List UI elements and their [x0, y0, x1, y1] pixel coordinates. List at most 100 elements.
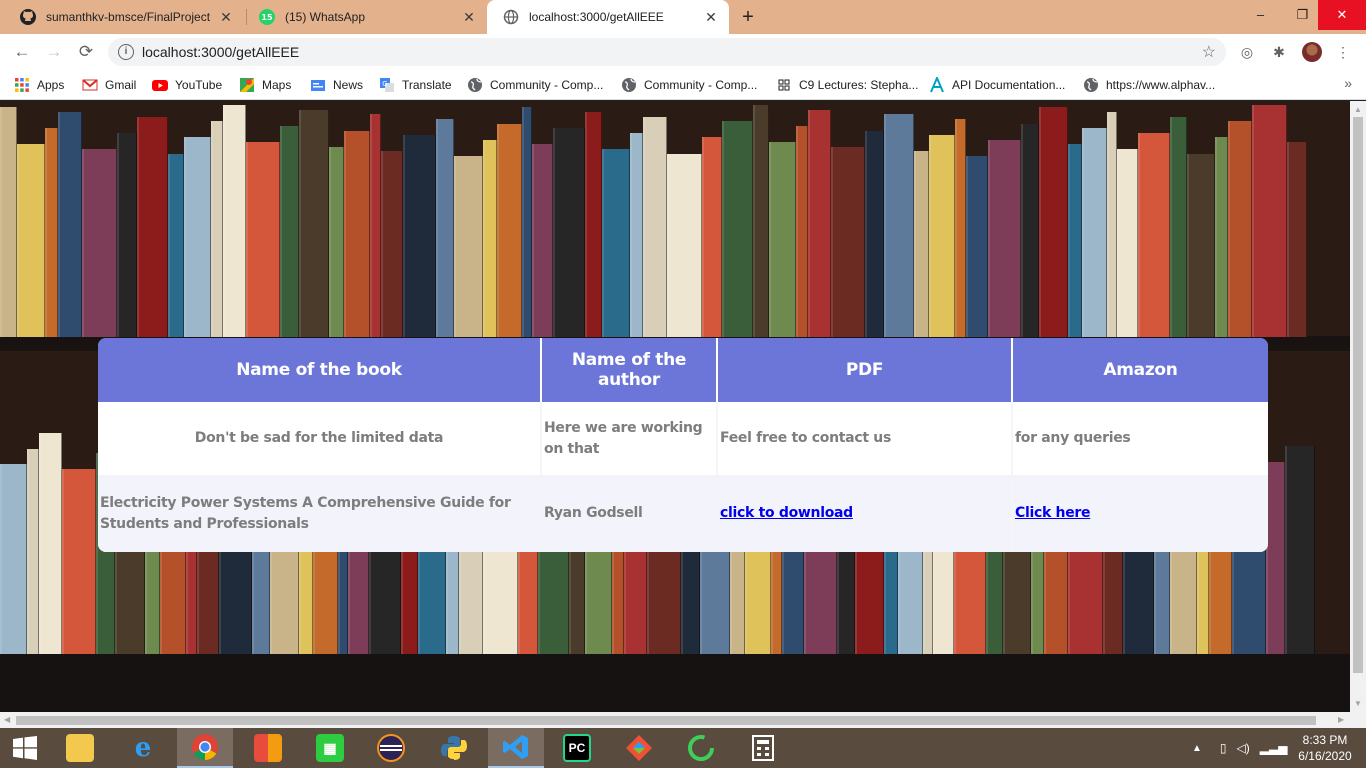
- puzzle-extensions-icon[interactable]: ✱: [1270, 43, 1288, 61]
- minimize-button[interactable]: –: [1238, 0, 1283, 30]
- taskbar-store[interactable]: ▦: [302, 728, 358, 768]
- book-spine: [0, 464, 27, 655]
- book-spine: [988, 139, 1021, 337]
- taskbar-python[interactable]: [426, 728, 482, 768]
- book-spine: [223, 105, 246, 337]
- extension-icon[interactable]: ◎: [1238, 43, 1256, 61]
- book-spine: [722, 121, 753, 337]
- cell-book: Electricity Power Systems A Comprehensiv…: [98, 475, 542, 552]
- forward-button[interactable]: →: [42, 40, 66, 64]
- bookmark-label: Maps: [262, 78, 292, 92]
- bookmark-community-2[interactable]: Community - Comp...: [621, 76, 757, 94]
- bookmark-gmail[interactable]: Gmail: [82, 76, 136, 94]
- translate-icon: G: [380, 78, 394, 92]
- taskbar-calculator[interactable]: [735, 728, 791, 768]
- gmail-icon: [82, 79, 98, 91]
- taskbar-eclipse[interactable]: [363, 728, 419, 768]
- battery-icon[interactable]: ▯: [1220, 741, 1227, 755]
- address-url[interactable]: localhost:3000/getAllEEE: [142, 44, 299, 60]
- book-spine: [137, 116, 168, 337]
- back-button[interactable]: ←: [10, 40, 34, 64]
- bookmark-star-icon[interactable]: ☆: [1202, 42, 1216, 62]
- book-spine: [381, 151, 403, 337]
- taskbar-chrome[interactable]: [177, 728, 233, 768]
- cell-pdf: Feel free to contact us: [717, 402, 1013, 475]
- book-spine: [58, 111, 82, 337]
- profile-avatar[interactable]: [1302, 42, 1322, 62]
- tab-github[interactable]: sumanthkv-bmsce/FinalProject ✕: [4, 0, 244, 34]
- cell-author: Ryan Godsell: [541, 475, 718, 552]
- bookmark-apps[interactable]: Apps: [14, 76, 64, 94]
- youtube-icon: [152, 80, 168, 91]
- maps-icon: [240, 78, 254, 92]
- tab-localhost[interactable]: localhost:3000/getAllEEE ✕: [487, 0, 729, 34]
- book-spine: [532, 144, 553, 337]
- book-spine: [1170, 116, 1187, 337]
- book-spine: [1285, 446, 1315, 655]
- new-tab-button[interactable]: +: [737, 6, 759, 28]
- svg-text:15: 15: [261, 13, 273, 22]
- book-spine: [436, 118, 454, 337]
- taskbar-git[interactable]: [611, 728, 667, 768]
- bookmark-label: News: [333, 78, 364, 92]
- pdf-download-link[interactable]: click to download: [720, 505, 853, 521]
- book-spine: [602, 149, 630, 337]
- window-close-button[interactable]: ✕: [1318, 0, 1366, 30]
- scroll-down-arrow-icon[interactable]: ▼: [1354, 699, 1362, 708]
- taskbar-file-explorer[interactable]: [52, 728, 108, 768]
- taskbar-office[interactable]: [240, 728, 296, 768]
- horizontal-scrollbar[interactable]: ◀ ▶: [0, 712, 1366, 728]
- book-spine: [0, 107, 17, 337]
- tab-whatsapp[interactable]: 15 (15) WhatsApp ✕: [243, 0, 487, 34]
- menu-kebab-icon[interactable]: ⋮: [1334, 43, 1352, 61]
- bookmark-translate[interactable]: G Translate: [379, 76, 452, 94]
- bookmark-api-documentation[interactable]: API Documentation...: [929, 76, 1065, 94]
- table-header-row: Name of the book Name of the author PDF …: [98, 338, 1268, 402]
- scroll-up-arrow-icon[interactable]: ▲: [1354, 105, 1362, 114]
- book-spine: [497, 123, 522, 337]
- taskbar-vscode[interactable]: [488, 728, 544, 768]
- channel9-icon: [777, 78, 791, 92]
- reload-button[interactable]: ⟳: [74, 40, 98, 64]
- bookmarks-overflow-button[interactable]: »: [1344, 75, 1352, 91]
- browser-tab-strip: sumanthkv-bmsce/FinalProject ✕ 15 (15) W…: [0, 0, 1366, 34]
- taskbar-green-ring-app[interactable]: [673, 728, 729, 768]
- bookmark-news[interactable]: News: [310, 76, 363, 94]
- scroll-left-arrow-icon[interactable]: ◀: [4, 715, 10, 724]
- folder-icon: [66, 734, 94, 762]
- book-spine: [1287, 142, 1307, 337]
- scroll-right-arrow-icon[interactable]: ▶: [1338, 715, 1344, 724]
- book-spine: [45, 128, 58, 337]
- taskbar-internet-explorer[interactable]: e: [115, 728, 171, 768]
- book-spine: [1039, 107, 1068, 337]
- show-hidden-icons-chevron-icon[interactable]: ▲: [1192, 743, 1202, 754]
- column-header-amazon: Amazon: [1012, 338, 1268, 402]
- bookmark-c9-lectures[interactable]: C9 Lectures: Stepha...: [776, 76, 918, 94]
- close-icon[interactable]: ✕: [218, 9, 234, 25]
- info-icon[interactable]: i: [118, 44, 134, 60]
- bookmark-community-1[interactable]: Community - Comp...: [467, 76, 603, 94]
- bookmark-alphavantage[interactable]: https://www.alphav...: [1083, 76, 1215, 94]
- bookmark-label: YouTube: [175, 78, 223, 92]
- volume-icon[interactable]: ◁): [1237, 741, 1250, 755]
- book-spine: [585, 111, 602, 337]
- book-spine: [1117, 149, 1138, 337]
- taskbar-pycharm[interactable]: PC: [549, 728, 605, 768]
- address-bar[interactable]: i localhost:3000/getAllEEE ☆: [108, 38, 1226, 66]
- network-icon[interactable]: ▂▃▅: [1260, 741, 1288, 755]
- office-icon: [254, 734, 282, 762]
- bookmark-youtube[interactable]: YouTube: [152, 76, 222, 94]
- scrollbar-thumb[interactable]: [1353, 117, 1363, 673]
- vertical-scrollbar[interactable]: ▲ ▼: [1350, 101, 1366, 712]
- taskbar-clock[interactable]: 8:33 PM 6/16/2020: [1290, 732, 1360, 764]
- tab-title: (15) WhatsApp: [285, 10, 366, 24]
- book-spine: [211, 121, 223, 337]
- close-icon[interactable]: ✕: [703, 9, 719, 25]
- close-icon[interactable]: ✕: [461, 9, 477, 25]
- bookmark-maps[interactable]: Maps: [239, 76, 291, 94]
- start-button[interactable]: [0, 728, 50, 768]
- scrollbar-thumb[interactable]: [16, 716, 1316, 725]
- amazon-link[interactable]: Click here: [1015, 505, 1091, 521]
- calculator-icon: [752, 735, 774, 761]
- book-spine: [667, 153, 702, 337]
